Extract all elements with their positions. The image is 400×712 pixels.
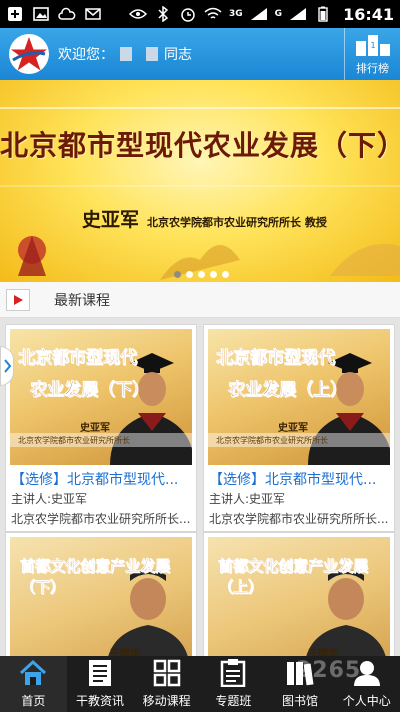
banner-decoration bbox=[0, 107, 400, 280]
add-icon bbox=[6, 5, 24, 23]
home-icon bbox=[18, 658, 48, 688]
carousel-dot[interactable] bbox=[210, 271, 217, 278]
wifi-icon bbox=[204, 5, 222, 23]
app-header: 欢迎您： 同志 1 排行榜 bbox=[0, 28, 400, 80]
ranking-icon: 1 bbox=[355, 33, 391, 60]
alarm-icon bbox=[179, 5, 197, 23]
bluetooth-icon bbox=[154, 5, 172, 23]
username-mask bbox=[120, 47, 132, 61]
network-type-2: G bbox=[274, 9, 283, 19]
thumbnail-line2: 农业发展（下） bbox=[30, 380, 150, 401]
app-logo bbox=[0, 28, 58, 80]
carousel-indicator bbox=[174, 271, 229, 278]
tab-label: 个人中心 bbox=[342, 694, 391, 708]
svg-text:1: 1 bbox=[370, 41, 375, 50]
tab-special-class[interactable]: 专题班 bbox=[200, 656, 267, 712]
banner-subtitle: 史亚军 北京农学院都市农业研究所所长 教授 bbox=[82, 205, 327, 232]
course-card[interactable]: 首都文化创意产业发展（下） 王国华 bbox=[5, 532, 197, 656]
banner-title: 北京都市型现代农业发展（下） bbox=[0, 129, 400, 162]
tab-label: 首页 bbox=[21, 694, 46, 708]
tab-home[interactable]: 首页 bbox=[0, 656, 67, 712]
grid-icon bbox=[152, 658, 182, 688]
course-title[interactable]: 【选修】北京都市型现代... bbox=[204, 469, 394, 489]
username-mask-2 bbox=[146, 47, 158, 61]
course-thumbnail: 首都文化创意产业发展（上） 王国华 bbox=[208, 537, 390, 656]
thumbnail-org: 北京农学院都市农业研究所所长 bbox=[18, 436, 130, 445]
welcome-label: 欢迎您： bbox=[58, 47, 114, 63]
thumbnail-line2: 农业发展（上） bbox=[228, 380, 348, 401]
course-lecturer: 主讲人:史亚军 bbox=[209, 492, 286, 506]
course-title[interactable]: 【选修】北京都市型现代... bbox=[6, 469, 196, 489]
carousel-dot[interactable] bbox=[174, 271, 181, 278]
tab-label: 干教资讯 bbox=[76, 694, 125, 708]
course-thumbnail: 北京都市型现代 农业发展（下） 史亚军 北京农学院都市农业研究所所长 bbox=[10, 329, 192, 465]
thumbnail-line1: 北京都市型现代 bbox=[216, 348, 336, 369]
course-thumbnail: 首都文化创意产业发展（下） 王国华 bbox=[10, 537, 192, 656]
course-grid: 北京都市型现代 农业发展（下） 史亚军 北京农学院都市农业研究所所长 【选修】北… bbox=[0, 318, 400, 656]
carousel-dot[interactable] bbox=[222, 271, 229, 278]
course-lecturer: 主讲人:史亚军 bbox=[11, 492, 88, 506]
network-type-1: 3G bbox=[229, 9, 243, 19]
tab-mobile-courses[interactable]: 移动课程 bbox=[133, 656, 200, 712]
image-icon bbox=[32, 5, 50, 23]
course-card[interactable]: 首都文化创意产业发展（上） 王国华 bbox=[203, 532, 395, 656]
featured-banner[interactable]: 北京都市型现代农业发展（下） 史亚军 北京农学院都市农业研究所所长 教授 bbox=[0, 80, 400, 282]
ranking-label: 排行榜 bbox=[356, 61, 389, 75]
cloud-icon bbox=[58, 5, 76, 23]
tab-label: 图书馆 bbox=[282, 694, 319, 708]
signal-icon-2 bbox=[289, 5, 307, 23]
thumbnail-lecturer: 王国华 bbox=[308, 649, 338, 656]
clock: 16:41 bbox=[343, 4, 394, 24]
carousel-dot[interactable] bbox=[186, 271, 193, 278]
banner-speaker: 史亚军 bbox=[82, 209, 140, 231]
thumbnail-line1: 首都文化创意产业发展（上） bbox=[218, 557, 369, 597]
signal-icon bbox=[250, 5, 268, 23]
status-bar: 3G G 16:41 bbox=[0, 0, 400, 28]
thumbnail-lecturer: 王国华 bbox=[110, 649, 140, 656]
carousel-dot[interactable] bbox=[198, 271, 205, 278]
course-card[interactable]: 北京都市型现代 农业发展（下） 史亚军 北京农学院都市农业研究所所长 【选修】北… bbox=[5, 324, 197, 532]
play-icon bbox=[6, 288, 30, 311]
tab-label: 移动课程 bbox=[142, 694, 191, 708]
section-title: 最新课程 bbox=[54, 292, 110, 309]
tab-news[interactable]: 干教资讯 bbox=[67, 656, 134, 712]
course-org: 北京农学院都市农业研究所所长... bbox=[209, 512, 389, 526]
thumbnail-org: 北京农学院都市农业研究所所长 bbox=[216, 436, 328, 445]
watermark: 2265 bbox=[296, 658, 362, 683]
clipboard-icon bbox=[218, 658, 248, 688]
thumbnail-line1: 北京都市型现代 bbox=[18, 348, 138, 369]
thumbnail-lecturer: 史亚军 bbox=[80, 423, 110, 434]
latest-courses-header: 最新课程 bbox=[0, 282, 400, 318]
tab-label: 专题班 bbox=[215, 694, 252, 708]
course-thumbnail: 北京都市型现代 农业发展（上） 史亚军 北京农学院都市农业研究所所长 bbox=[208, 329, 390, 465]
eye-icon bbox=[129, 5, 148, 23]
mail-icon bbox=[84, 5, 102, 23]
course-card[interactable]: 北京都市型现代 农业发展（上） 史亚军 北京农学院都市农业研究所所长 【选修】北… bbox=[203, 324, 395, 532]
thumbnail-line1: 首都文化创意产业发展（下） bbox=[20, 557, 171, 597]
news-icon bbox=[85, 658, 115, 688]
banner-org: 北京农学院都市农业研究所所长 教授 bbox=[147, 216, 327, 229]
welcome-text: 欢迎您： 同志 bbox=[58, 44, 192, 64]
user-suffix: 同志 bbox=[164, 47, 192, 63]
ranking-button[interactable]: 1 排行榜 bbox=[344, 28, 400, 80]
course-org: 北京农学院都市农业研究所所长... bbox=[11, 512, 191, 526]
thumbnail-lecturer: 史亚军 bbox=[278, 423, 308, 434]
battery-icon bbox=[314, 5, 332, 23]
chevron-right-icon bbox=[4, 359, 11, 373]
